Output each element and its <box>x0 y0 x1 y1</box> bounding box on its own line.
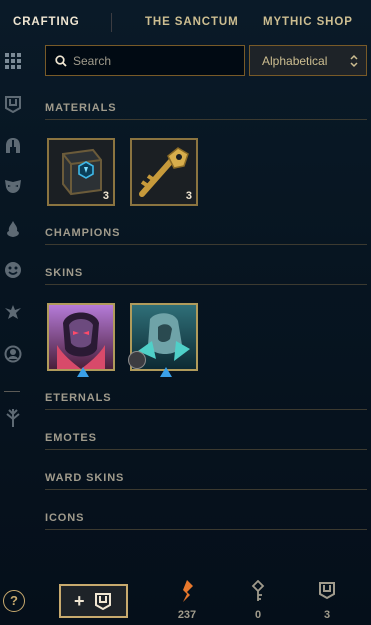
loot-tile-skin-shard-1[interactable] <box>47 303 115 377</box>
orange-essence-currency: 237 <box>167 580 207 621</box>
tab-mythic-shop[interactable]: MYTHIC SHOP <box>263 16 353 28</box>
help-button[interactable]: ? <box>3 590 25 612</box>
loot-tree-icon[interactable] <box>3 408 23 428</box>
skin-mask-icon[interactable] <box>3 176 23 196</box>
section-materials[interactable]: MATERIALS <box>45 102 367 120</box>
shard-rarity-icon <box>160 367 172 377</box>
chest-count-icon <box>307 580 347 604</box>
loot-tile-hextech-key[interactable]: 3 <box>130 138 198 206</box>
section-icons[interactable]: ICONS <box>45 512 367 530</box>
key-fragments-value: 0 <box>254 609 262 621</box>
orange-essence-value: 237 <box>177 609 197 621</box>
tab-crafting[interactable]: CRAFTING <box>13 16 80 28</box>
emote-face-icon[interactable] <box>3 260 23 280</box>
sort-dropdown[interactable]: Alphabetical <box>249 45 367 76</box>
chests-currency: 3 <box>307 580 347 621</box>
ward-flame-icon[interactable] <box>3 219 23 239</box>
section-skins[interactable]: SKINS <box>45 267 367 285</box>
key-fragment-icon <box>238 580 278 604</box>
key-fragments-currency: 0 <box>238 580 278 621</box>
section-emotes[interactable]: EMOTES <box>45 432 367 450</box>
eternals-icon[interactable] <box>3 303 23 323</box>
chest-icon[interactable] <box>3 94 23 114</box>
dropdown-arrows-icon <box>350 54 358 71</box>
rail-divider <box>4 391 20 392</box>
chest-icon <box>94 592 112 615</box>
sort-selected-value: Alphabetical <box>262 54 328 68</box>
section-champions[interactable]: CHAMPIONS <box>45 227 367 245</box>
section-eternals[interactable]: ETERNALS <box>45 392 367 410</box>
chests-value: 3 <box>323 609 331 621</box>
loot-tile-hextech-chest[interactable]: 3 <box>47 138 115 206</box>
bottom-bar: ? + 237 0 3 <box>0 560 371 625</box>
summoner-icon-icon[interactable] <box>3 344 23 364</box>
orange-essence-icon <box>167 580 207 604</box>
add-chest-button[interactable]: + <box>59 584 128 618</box>
item-count: 3 <box>102 190 109 202</box>
loot-tile-skin-shard-2[interactable] <box>128 303 198 377</box>
owned-champion-badge <box>128 351 146 369</box>
champion-helmet-icon[interactable] <box>3 136 23 156</box>
search-input[interactable] <box>73 52 238 70</box>
all-loot-icon[interactable] <box>3 51 23 71</box>
category-rail <box>0 44 26 625</box>
item-count: 3 <box>185 190 192 202</box>
plus-icon: + <box>74 591 85 611</box>
top-nav: CRAFTING THE SANCTUM MYTHIC SHOP <box>0 0 371 44</box>
loot-window: CRAFTING THE SANCTUM MYTHIC SHOP Search … <box>0 0 371 625</box>
search-icon <box>55 54 67 72</box>
skin-portrait <box>49 305 113 369</box>
tab-divider <box>111 13 112 32</box>
shard-rarity-icon <box>77 367 89 377</box>
tab-the-sanctum[interactable]: THE SANCTUM <box>145 16 239 28</box>
search-box[interactable] <box>45 45 245 76</box>
section-ward-skins[interactable]: WARD SKINS <box>45 472 367 490</box>
